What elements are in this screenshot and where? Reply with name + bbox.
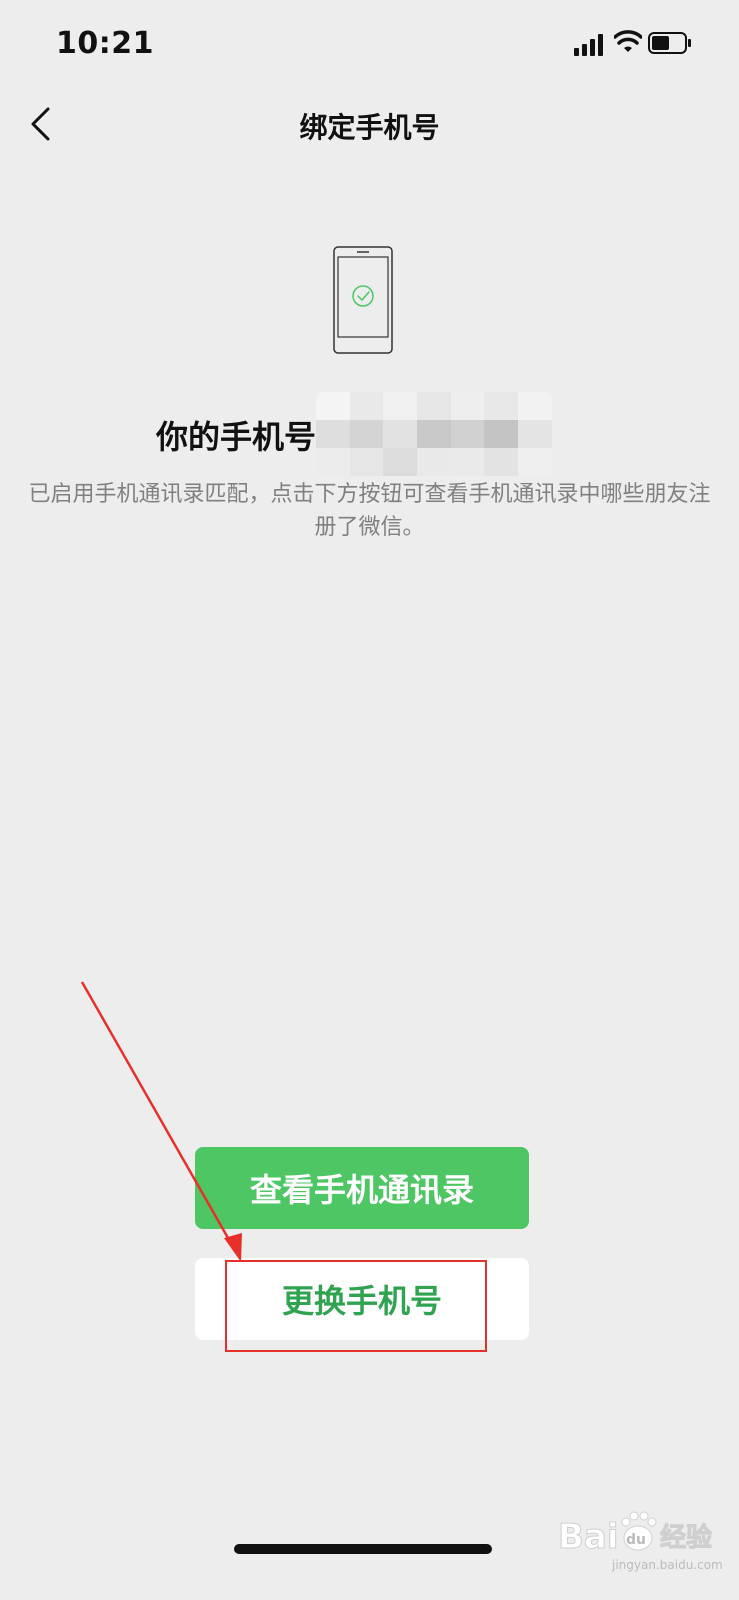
phone-check-icon bbox=[333, 246, 393, 354]
phone-number-row: 你的手机号 bbox=[0, 392, 739, 476]
description-text: 已启用手机通讯录匹配，点击下方按钮可查看手机通讯录中哪些朋友注册了微信。 bbox=[28, 482, 711, 540]
phone-number-label: 你的手机号 bbox=[156, 418, 317, 456]
home-indicator bbox=[234, 1544, 492, 1554]
view-contacts-button[interactable]: 查看手机通讯录 bbox=[195, 1147, 529, 1229]
svg-text:经验: 经验 bbox=[660, 1522, 712, 1553]
svg-text:Bai: Bai bbox=[558, 1517, 619, 1557]
status-bar: 10:21 bbox=[0, 0, 739, 90]
battery-icon bbox=[648, 32, 691, 54]
baidu-jingyan-watermark: Bai du 经验 bbox=[558, 1511, 713, 1558]
page-title: 绑定手机号 bbox=[299, 111, 440, 144]
watermark-url: jingyan.baidu.com bbox=[612, 1558, 723, 1572]
status-time: 10:21 bbox=[56, 26, 154, 61]
annotation-arrow bbox=[80, 981, 242, 1262]
change-number-button[interactable]: 更换手机号 bbox=[195, 1258, 529, 1340]
svg-text:du: du bbox=[626, 1532, 646, 1548]
phone-number-mask bbox=[316, 392, 552, 476]
wifi-icon bbox=[614, 30, 642, 52]
signal-icon bbox=[574, 34, 603, 56]
navigation-bar: 绑定手机号 bbox=[0, 90, 739, 160]
